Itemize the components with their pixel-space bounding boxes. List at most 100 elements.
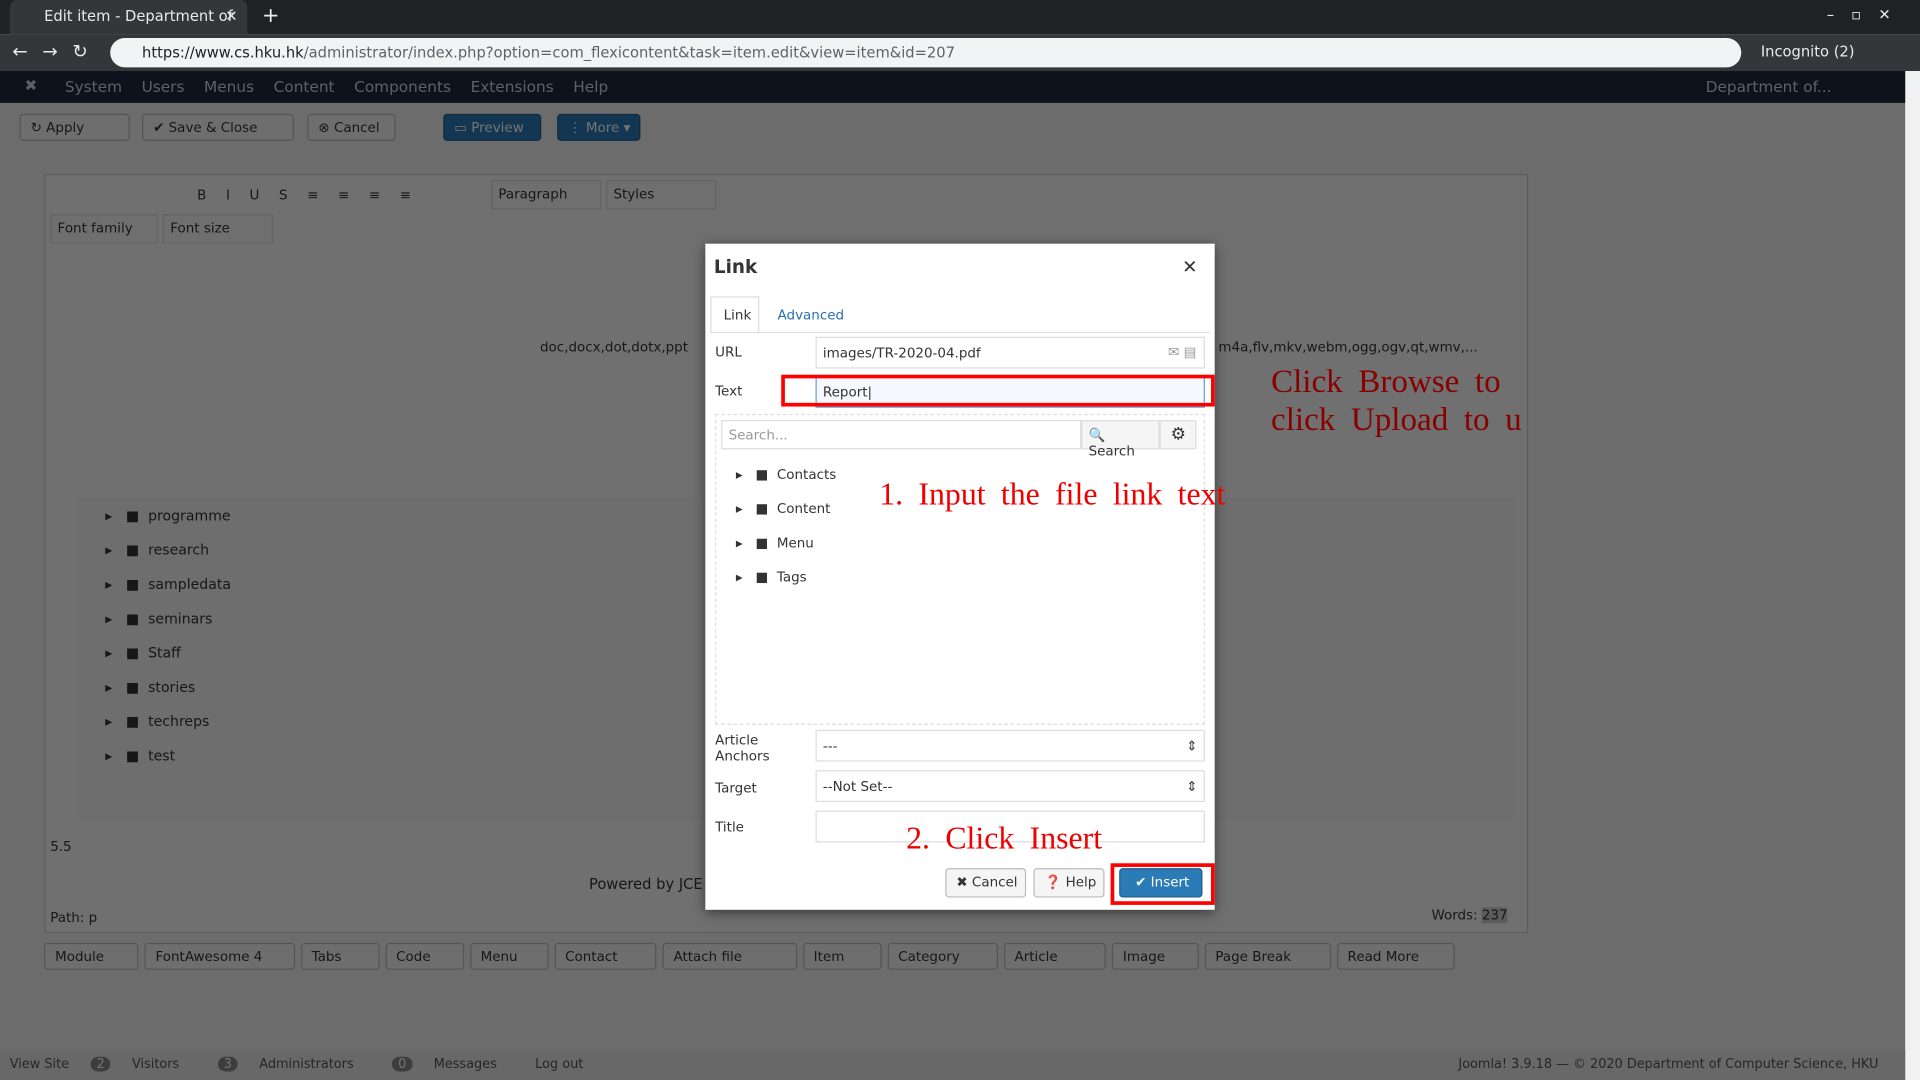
folder-label: Staff — [148, 644, 181, 662]
url-input[interactable]: images/TR-2020-04.pdf ✉ ▤ — [815, 336, 1205, 369]
folder-icon: ■ — [755, 569, 769, 586]
cancel-button[interactable]: ⊗ Cancel — [307, 113, 396, 141]
gear-icon[interactable]: ⚙ — [1159, 420, 1197, 450]
editor-button[interactable]: Attach file — [662, 942, 797, 970]
folder-icon: ■ — [755, 500, 769, 517]
nav-item[interactable]: Users — [142, 77, 185, 95]
styles-select[interactable]: Styles — [606, 180, 717, 210]
folder-icon: ■ — [755, 535, 769, 552]
editor-button[interactable]: Item — [802, 942, 882, 970]
window-controls[interactable]: –▫✕ — [1827, 6, 1908, 23]
save-close-button[interactable]: ✔ Save & Close — [142, 113, 294, 141]
folder-item[interactable]: ▸ ■ sampledata — [105, 576, 231, 593]
folder-icon: ■ — [755, 466, 769, 483]
site-link[interactable]: Department of... — [1706, 77, 1832, 95]
target-label: Target — [715, 780, 757, 796]
font-family-select[interactable]: Font family — [50, 214, 158, 244]
nav-item[interactable]: Components — [354, 77, 451, 95]
messages: 0 Messages — [392, 1056, 514, 1072]
tree-label: Tags — [776, 569, 807, 586]
editor-button[interactable]: Tabs — [300, 942, 379, 970]
editor-button[interactable]: Page Break — [1204, 942, 1331, 970]
tab-advanced[interactable]: Advanced — [778, 307, 845, 323]
help-button[interactable]: ❓ Help — [1033, 868, 1105, 898]
folder-item[interactable]: ▸ ■ research — [105, 541, 209, 558]
url-input[interactable]: https://www.cs.hku.hk/administrator/inde… — [110, 37, 1742, 68]
cancel-button[interactable]: ✖ Cancel — [945, 868, 1027, 898]
close-icon[interactable]: ✕ — [1182, 256, 1197, 278]
link-dialog: Link ✕ Link Advanced URL images/TR-2020-… — [705, 243, 1215, 910]
annotation-browse: Click Browse to — [1271, 362, 1501, 400]
editor-button[interactable]: Menu — [469, 942, 548, 970]
folder-icon: ■ — [125, 506, 140, 525]
tab-link[interactable]: Link — [710, 296, 760, 332]
more-button[interactable]: ⋮ More ▾ — [557, 113, 641, 141]
apply-button[interactable]: ↻ Apply — [19, 113, 130, 141]
joomla-logo-icon[interactable]: ✖ — [24, 76, 37, 94]
dialog-title: Link — [713, 255, 758, 278]
tree-label: Menu — [776, 535, 814, 552]
powered-by: Powered by JCE — [588, 875, 703, 893]
folder-item[interactable]: ▸ ■ seminars — [105, 610, 212, 627]
preview-button[interactable]: ▭ Preview — [443, 113, 542, 141]
visitors: 2 Visitors — [90, 1056, 196, 1072]
nav-buttons-icon[interactable]: ←→↻ — [12, 40, 102, 62]
nav-item[interactable]: System — [65, 77, 122, 95]
nav-item[interactable]: Help — [573, 77, 608, 95]
font-size-select[interactable]: Font size — [162, 214, 274, 244]
highlight-insert-button — [1110, 863, 1215, 905]
view-site-link[interactable]: View Site — [10, 1057, 69, 1072]
file-types-text-2: m4a,flv,mkv,webm,ogg,ogv,qt,wmv,... — [1218, 339, 1478, 356]
search-button[interactable]: 🔍 Search — [1081, 420, 1160, 459]
folder-label: stories — [148, 678, 196, 696]
nav-item[interactable]: Extensions — [471, 77, 554, 95]
tree-item[interactable]: ▸ ■ Menu — [736, 535, 814, 551]
folder-item[interactable]: ▸ ■ programme — [105, 507, 230, 524]
new-tab-icon[interactable]: + — [262, 4, 279, 28]
editor-button[interactable]: FontAwesome 4 — [144, 942, 295, 970]
page-scrollbar[interactable] — [1905, 71, 1920, 1080]
editor-button[interactable]: Article — [1003, 942, 1106, 970]
folder-label: seminars — [148, 609, 213, 627]
format-buttons[interactable]: BIUS≡≡≡≡ — [197, 187, 431, 203]
folder-item[interactable]: ▸ ■ techreps — [105, 713, 209, 730]
anchors-label: Article Anchors — [715, 732, 770, 765]
paragraph-select[interactable]: Paragraph — [491, 180, 602, 210]
anchors-select[interactable]: --- ⇕ — [815, 729, 1205, 762]
close-tab-icon[interactable]: ✕ — [225, 7, 237, 24]
editor-button[interactable]: Contact — [554, 942, 657, 970]
folder-item[interactable]: ▸ ■ test — [105, 747, 175, 764]
nav-item[interactable]: Menus — [204, 77, 254, 95]
editor-button[interactable]: Image — [1111, 942, 1199, 970]
status-footer: View Site 2 Visitors 3 Administrators 0 … — [0, 1050, 1906, 1080]
path-text: Path: p — [50, 909, 98, 926]
editor-button[interactable]: Category — [887, 942, 998, 970]
folder-icon: ■ — [125, 575, 140, 593]
editor-button[interactable]: Module — [44, 942, 139, 970]
target-select[interactable]: --Not Set-- ⇕ — [815, 770, 1205, 803]
tree-item[interactable]: ▸ ■ Tags — [736, 569, 807, 585]
tree-item[interactable]: ▸ ■ Content — [736, 501, 830, 517]
folder-icon: ■ — [125, 541, 140, 559]
editor-button[interactable]: Code — [385, 942, 464, 970]
folder-item[interactable]: ▸ ■ stories — [105, 678, 195, 695]
folder-item[interactable]: ▸ ■ Staff — [105, 644, 181, 661]
search-input[interactable]: Search... — [721, 420, 1082, 450]
folder-label: programme — [148, 506, 231, 525]
admin-menu: ✖ System Users Menus Content Components Exten… — [0, 71, 1906, 103]
folder-icon: ■ — [125, 644, 140, 662]
editor-button[interactable]: Read More — [1336, 942, 1455, 970]
tree-label: Contacts — [776, 466, 837, 483]
nav-item[interactable]: Content — [274, 77, 335, 95]
tree-label: Content — [776, 500, 831, 517]
logout-link[interactable]: Log out — [535, 1057, 583, 1072]
word-count: Words: 237 — [1431, 907, 1508, 924]
browser-tab[interactable]: Edit item - Department of ✕ — [9, 0, 248, 35]
browser-tab-bar: Edit item - Department of ✕ + –▫✕ — [0, 0, 1920, 35]
text-label: Text — [715, 383, 743, 400]
tree-item[interactable]: ▸ ■ Contacts — [736, 467, 836, 483]
administrators: 3 Administrators — [217, 1056, 371, 1072]
folder-label: techreps — [148, 712, 210, 730]
folder-icon: ■ — [125, 609, 140, 627]
version-text: 5.5 — [50, 838, 72, 855]
